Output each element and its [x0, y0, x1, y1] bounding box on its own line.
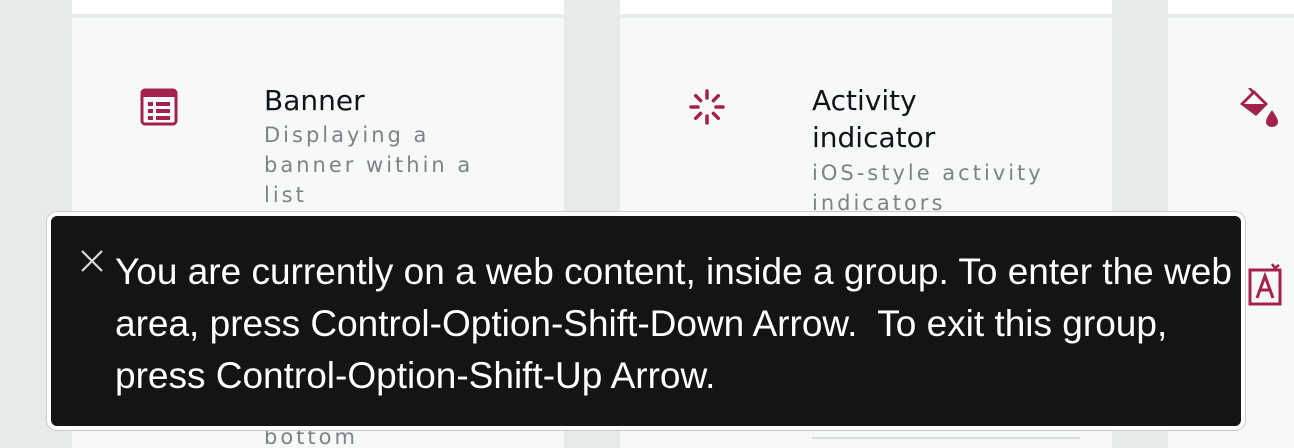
card-top-middle [620, 0, 1112, 14]
card-top-left [72, 0, 564, 14]
caption-text: You are currently on a web content, insi… [115, 251, 1243, 396]
voiceover-caption-panel: You are currently on a web content, insi… [47, 212, 1245, 430]
card-title: Banner [264, 84, 365, 117]
close-icon[interactable] [79, 248, 105, 274]
card-divider [812, 437, 1080, 439]
card-title: Activity indicator [812, 84, 936, 154]
list-alt-icon [140, 88, 178, 126]
card-top-right [1168, 0, 1294, 14]
card-description: iOS-style activity indicators [812, 161, 1044, 215]
paint-bucket-icon [1240, 88, 1278, 127]
activity-spinner-icon [689, 89, 725, 125]
card-description: Displaying a banner within a list [264, 123, 474, 207]
text-style-icon [1248, 263, 1282, 306]
